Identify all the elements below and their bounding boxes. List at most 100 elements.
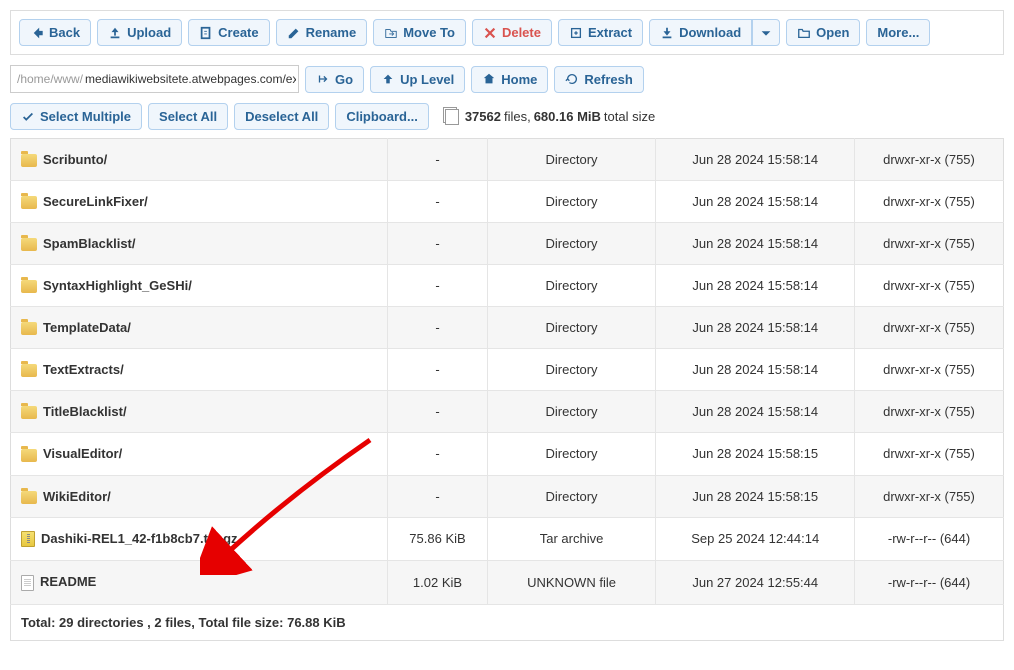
- folder-icon: [21, 280, 37, 293]
- upload-button[interactable]: Upload: [97, 19, 182, 46]
- footer-summary: Total: 29 directories , 2 files, Total f…: [10, 605, 1004, 641]
- file-name: Scribunto/: [43, 152, 107, 167]
- file-date: Jun 28 2024 15:58:15: [656, 475, 855, 517]
- up-arrow-icon: [381, 72, 395, 86]
- file-perm: drwxr-xr-x (755): [855, 139, 1004, 181]
- home-label: Home: [501, 72, 537, 87]
- delete-button[interactable]: Delete: [472, 19, 552, 46]
- file-count: 37562: [465, 109, 501, 124]
- path-bar: /home/www/ Go Up Level Home Refresh: [10, 65, 1004, 93]
- selmult-label: Select Multiple: [40, 109, 131, 124]
- file-perm: drwxr-xr-x (755): [855, 223, 1004, 265]
- file-name: TitleBlacklist/: [43, 404, 127, 419]
- file-kind: Directory: [487, 475, 656, 517]
- go-button[interactable]: Go: [305, 66, 364, 93]
- table-row[interactable]: TextExtracts/-DirectoryJun 28 2024 15:58…: [11, 349, 1004, 391]
- file-kind: Tar archive: [487, 517, 656, 561]
- file-kind: Directory: [487, 349, 656, 391]
- table-row[interactable]: Scribunto/-DirectoryJun 28 2024 15:58:14…: [11, 139, 1004, 181]
- refresh-icon: [565, 72, 579, 86]
- total-size: 680.16 MiB: [534, 109, 601, 124]
- caret-down-icon: [759, 26, 773, 40]
- file-date: Jun 28 2024 15:58:14: [656, 391, 855, 433]
- file-perm: drwxr-xr-x (755): [855, 433, 1004, 475]
- upload-label: Upload: [127, 25, 171, 40]
- file-date: Jun 28 2024 15:58:14: [656, 181, 855, 223]
- deselect-all-button[interactable]: Deselect All: [234, 103, 329, 130]
- file-kind: Directory: [487, 223, 656, 265]
- select-all-button[interactable]: Select All: [148, 103, 228, 130]
- path-prefix: /home/www/: [17, 72, 83, 86]
- file-perm: drwxr-xr-x (755): [855, 475, 1004, 517]
- table-row[interactable]: TemplateData/-DirectoryJun 28 2024 15:58…: [11, 307, 1004, 349]
- moveto-button[interactable]: Move To: [373, 19, 466, 46]
- file-kind: UNKNOWN file: [487, 561, 656, 605]
- delete-label: Delete: [502, 25, 541, 40]
- file-size: -: [388, 181, 487, 223]
- download-dropdown[interactable]: [752, 19, 780, 46]
- table-row[interactable]: SpamBlacklist/-DirectoryJun 28 2024 15:5…: [11, 223, 1004, 265]
- download-button[interactable]: Download: [649, 19, 752, 46]
- file-size: -: [388, 307, 487, 349]
- create-icon: [199, 26, 213, 40]
- folder-icon: [21, 238, 37, 251]
- selall-label: Select All: [159, 109, 217, 124]
- file-kind: Directory: [487, 391, 656, 433]
- table-row[interactable]: SyntaxHighlight_GeSHi/-DirectoryJun 28 2…: [11, 265, 1004, 307]
- check-icon: [21, 110, 35, 124]
- table-row[interactable]: SecureLinkFixer/-DirectoryJun 28 2024 15…: [11, 181, 1004, 223]
- rename-label: Rename: [306, 25, 357, 40]
- file-perm: drwxr-xr-x (755): [855, 391, 1004, 433]
- table-row[interactable]: README1.02 KiBUNKNOWN fileJun 27 2024 12…: [11, 561, 1004, 605]
- main-toolbar: Back Upload Create Rename Move To Delete…: [10, 10, 1004, 55]
- file-perm: drwxr-xr-x (755): [855, 181, 1004, 223]
- table-row[interactable]: WikiEditor/-DirectoryJun 28 2024 15:58:1…: [11, 475, 1004, 517]
- moveto-label: Move To: [403, 25, 455, 40]
- back-button[interactable]: Back: [19, 19, 91, 46]
- file-name: TemplateData/: [43, 320, 131, 335]
- extract-icon: [569, 26, 583, 40]
- create-button[interactable]: Create: [188, 19, 269, 46]
- file-kind: Directory: [487, 307, 656, 349]
- file-perm: drwxr-xr-x (755): [855, 307, 1004, 349]
- open-button[interactable]: Open: [786, 19, 860, 46]
- file-name: SyntaxHighlight_GeSHi/: [43, 278, 192, 293]
- table-row[interactable]: TitleBlacklist/-DirectoryJun 28 2024 15:…: [11, 391, 1004, 433]
- rename-button[interactable]: Rename: [276, 19, 368, 46]
- uplevel-label: Up Level: [400, 72, 454, 87]
- clipboard-button[interactable]: Clipboard...: [335, 103, 429, 130]
- table-row[interactable]: VisualEditor/-DirectoryJun 28 2024 15:58…: [11, 433, 1004, 475]
- file-kind: Directory: [487, 139, 656, 181]
- file-name: SpamBlacklist/: [43, 236, 136, 251]
- file-perm: drwxr-xr-x (755): [855, 265, 1004, 307]
- file-kind: Directory: [487, 181, 656, 223]
- file-date: Jun 28 2024 15:58:15: [656, 433, 855, 475]
- deselall-label: Deselect All: [245, 109, 318, 124]
- home-button[interactable]: Home: [471, 66, 548, 93]
- create-label: Create: [218, 25, 258, 40]
- uplevel-button[interactable]: Up Level: [370, 66, 465, 93]
- file-date: Sep 25 2024 12:44:14: [656, 517, 855, 561]
- extract-button[interactable]: Extract: [558, 19, 643, 46]
- more-label: More...: [877, 25, 919, 40]
- folder-icon: [21, 449, 37, 462]
- refresh-button[interactable]: Refresh: [554, 66, 643, 93]
- path-input[interactable]: [83, 66, 298, 92]
- file-date: Jun 27 2024 12:55:44: [656, 561, 855, 605]
- more-button[interactable]: More...: [866, 19, 930, 46]
- back-label: Back: [49, 25, 80, 40]
- select-multiple-button[interactable]: Select Multiple: [10, 103, 142, 130]
- folder-icon: [21, 491, 37, 504]
- file-perm: drwxr-xr-x (755): [855, 349, 1004, 391]
- file-table: Scribunto/-DirectoryJun 28 2024 15:58:14…: [10, 138, 1004, 605]
- back-arrow-icon: [30, 26, 44, 40]
- rename-icon: [287, 26, 301, 40]
- folder-icon: [21, 364, 37, 377]
- file-kind: Directory: [487, 433, 656, 475]
- table-row[interactable]: Dashiki-REL1_42-f1b8cb7.tar.gz75.86 KiBT…: [11, 517, 1004, 561]
- extract-label: Extract: [588, 25, 632, 40]
- archive-icon: [21, 531, 35, 547]
- open-label: Open: [816, 25, 849, 40]
- file-date: Jun 28 2024 15:58:14: [656, 223, 855, 265]
- file-size: -: [388, 139, 487, 181]
